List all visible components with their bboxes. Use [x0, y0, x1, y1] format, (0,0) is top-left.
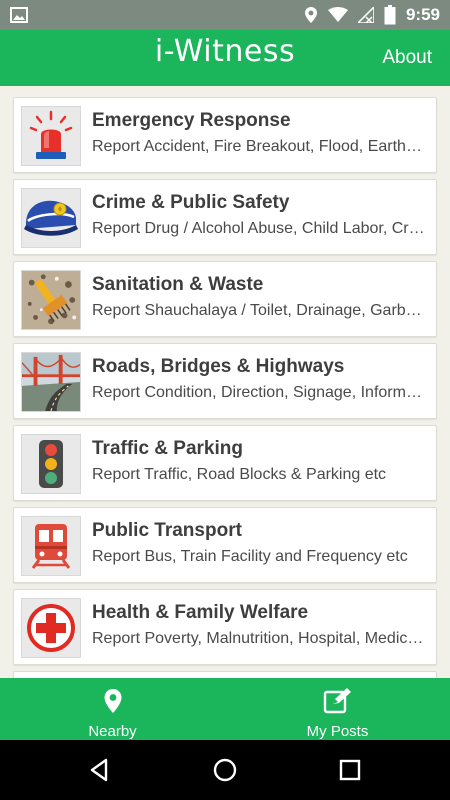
category-subtitle: Report Condition, Direction, Signage, In… [92, 384, 426, 401]
category-title: Emergency Response [92, 110, 291, 131]
tab-my-posts-label: My Posts [306, 723, 369, 740]
tab-nearby-label: Nearby [88, 723, 137, 740]
category-subtitle: Report Bus, Train Facility and Frequency… [92, 548, 408, 565]
status-bar: 9:59 [0, 0, 450, 30]
category-subtitle: Report Drug / Alcohol Abuse, Child Labor… [92, 220, 426, 237]
category-item-partial[interactable] [13, 671, 437, 678]
category-item-public-transport[interactable]: Public Transport Report Bus, Train Facil… [13, 507, 437, 583]
system-nav-bar [0, 740, 450, 800]
category-item-crime-public-safety[interactable]: Crime & Public Safety Report Drug / Alco… [13, 179, 437, 255]
category-title: Roads, Bridges & Highways [92, 356, 345, 377]
category-subtitle: Report Traffic, Road Blocks & Parking et… [92, 466, 387, 483]
bridge-road-icon [21, 352, 81, 412]
gallery-icon [10, 7, 28, 23]
medical-cross-icon [21, 598, 81, 658]
category-title: Sanitation & Waste [92, 274, 264, 295]
category-item-traffic-parking[interactable]: Traffic & Parking Report Traffic, Road B… [13, 425, 437, 501]
category-title: Crime & Public Safety [92, 192, 290, 213]
police-cap-icon [21, 188, 81, 248]
tab-my-posts[interactable]: My Posts [225, 678, 450, 740]
category-list[interactable]: Emergency Response Report Accident, Fire… [0, 86, 450, 678]
category-title: Health & Family Welfare [92, 602, 309, 623]
wifi-icon [327, 7, 348, 23]
home-icon[interactable] [211, 756, 239, 784]
app-bar: i-Witness About [0, 30, 450, 86]
about-button[interactable]: About [382, 47, 432, 69]
category-subtitle: Report Shauchalaya / Toilet, Drainage, G… [92, 302, 426, 319]
edit-icon [323, 688, 353, 719]
battery-icon [384, 5, 396, 25]
cleaning-brush-icon [21, 270, 81, 330]
tab-nearby[interactable]: Nearby [0, 678, 225, 740]
category-item-roads-bridges-highways[interactable]: Roads, Bridges & Highways Report Conditi… [13, 343, 437, 419]
siren-icon [21, 106, 81, 166]
category-subtitle: Report Accident, Fire Breakout, Flood, E… [92, 138, 426, 155]
recents-icon[interactable] [336, 756, 364, 784]
train-icon [21, 516, 81, 576]
location-icon [304, 6, 318, 24]
back-icon[interactable] [86, 756, 114, 784]
bottom-nav: Nearby My Posts [0, 678, 450, 740]
location-pin-icon [103, 688, 123, 719]
status-time: 9:59 [405, 5, 440, 24]
category-title: Public Transport [92, 520, 242, 541]
category-item-emergency-response[interactable]: Emergency Response Report Accident, Fire… [13, 97, 437, 173]
signal-icon [357, 7, 374, 23]
category-item-health-family-welfare[interactable]: Health & Family Welfare Report Poverty, … [13, 589, 437, 665]
category-title: Traffic & Parking [92, 438, 243, 459]
traffic-light-icon [21, 434, 81, 494]
category-item-sanitation-waste[interactable]: Sanitation & Waste Report Shauchalaya / … [13, 261, 437, 337]
category-subtitle: Report Poverty, Malnutrition, Hospital, … [92, 630, 426, 647]
